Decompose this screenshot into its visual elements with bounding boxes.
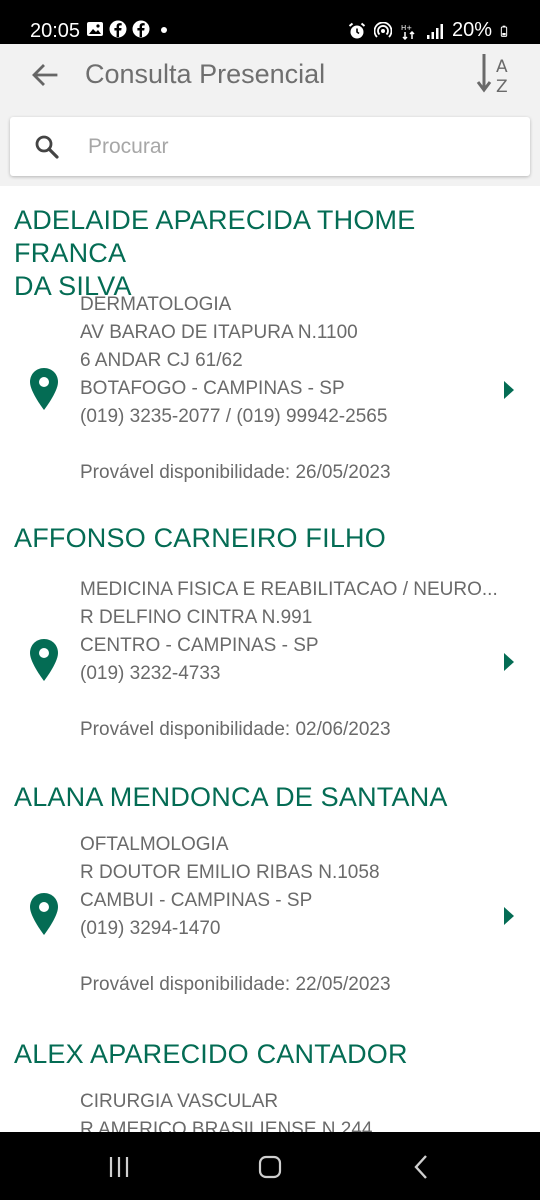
specialty: CIRURGIA VASCULAR xyxy=(80,1091,279,1112)
sort-letter-z: Z xyxy=(496,77,508,97)
doctor-name-line1: ADELAIDE APARECIDA THOME FRANCA xyxy=(14,205,416,268)
specialty: DERMATOLOGIA xyxy=(80,294,232,315)
recent-apps-icon[interactable] xyxy=(102,1150,136,1184)
back-icon[interactable] xyxy=(405,1150,439,1184)
city-line: CENTRO - CAMPINAS - SP xyxy=(80,635,319,656)
dot-icon xyxy=(161,27,167,33)
availability: Provável disponibilidade: 26/05/2023 xyxy=(80,462,391,483)
doctor-name: ALANA MENDONCA DE SANTANA xyxy=(14,782,448,812)
address-line: R DELFINO CINTRA N.991 xyxy=(80,607,313,628)
search-area xyxy=(0,106,540,186)
list-item[interactable]: ALEX APARECIDO CANTADOR CIRURGIA VASCULA… xyxy=(0,1032,540,1132)
location-pin-icon[interactable] xyxy=(28,638,60,682)
phone-line: (019) 3235-2077 / (019) 99942-2565 xyxy=(80,406,388,427)
address-line: AV BARAO DE ITAPURA N.1100 xyxy=(80,322,358,343)
status-right-icons: H+ 20% xyxy=(348,19,512,42)
phone-line: (019) 3294-1470 xyxy=(80,918,221,939)
doctor-name: ALEX APARECIDO CANTADOR xyxy=(14,1039,408,1069)
address-line: R AMERICO BRASILIENSE N.244 xyxy=(80,1119,373,1132)
data-icon: H+ xyxy=(401,24,415,40)
battery-percent: 20% xyxy=(451,19,492,41)
app-bar: Consulta Presencial A Z xyxy=(0,44,540,106)
signal-icon xyxy=(426,23,443,39)
hotspot-icon xyxy=(373,21,392,38)
status-left-icons xyxy=(86,20,173,38)
arrow-left-icon[interactable] xyxy=(28,58,62,92)
specialty: OFTALMOLOGIA xyxy=(80,834,229,855)
sort-alpha-icon[interactable]: A Z xyxy=(474,50,514,98)
status-bar: 20:05 H+ 20% xyxy=(0,0,540,44)
sort-letter-a: A xyxy=(496,57,508,77)
location-pin-icon[interactable] xyxy=(28,367,60,411)
status-time: 20:05 xyxy=(30,20,81,42)
facebook-icon xyxy=(132,20,150,38)
home-icon[interactable] xyxy=(253,1150,287,1184)
search-icon xyxy=(35,135,59,159)
search-box[interactable] xyxy=(10,117,530,176)
gallery-icon xyxy=(87,22,103,36)
nav-bar xyxy=(0,1132,540,1200)
alarm-icon xyxy=(348,22,366,38)
list-item[interactable]: ALANA MENDONCA DE SANTANA OFTALMOLOGIA R… xyxy=(0,776,540,1032)
city-line: BOTAFOGO - CAMPINAS - SP xyxy=(80,378,345,399)
facebook-icon xyxy=(109,20,127,38)
page-title: Consulta Presencial xyxy=(85,59,326,89)
doctor-list: ADELAIDE APARECIDA THOME FRANCA DA SILVA… xyxy=(0,186,540,1132)
list-item[interactable]: ADELAIDE APARECIDA THOME FRANCA DA SILVA… xyxy=(0,186,540,514)
availability: Provável disponibilidade: 02/06/2023 xyxy=(80,719,391,740)
city-line: CAMBUI - CAMPINAS - SP xyxy=(80,890,313,911)
specialty: MEDICINA FISICA E REABILITACAO / NEURO..… xyxy=(80,579,498,600)
chevron-right-icon[interactable] xyxy=(502,652,516,672)
chevron-right-icon[interactable] xyxy=(502,380,516,400)
search-input[interactable] xyxy=(88,129,508,165)
location-pin-icon[interactable] xyxy=(28,892,60,936)
doctor-name: AFFONSO CARNEIRO FILHO xyxy=(14,523,386,553)
chevron-right-icon[interactable] xyxy=(502,906,516,926)
phone-line: (019) 3232-4733 xyxy=(80,663,221,684)
address-line: 6 ANDAR CJ 61/62 xyxy=(80,350,243,371)
availability: Provável disponibilidade: 22/05/2023 xyxy=(80,974,391,995)
battery-icon xyxy=(500,25,508,37)
address-line: R DOUTOR EMILIO RIBAS N.1058 xyxy=(80,862,380,883)
doctor-name: ADELAIDE APARECIDA THOME FRANCA DA SILVA xyxy=(14,204,529,303)
list-item[interactable]: AFFONSO CARNEIRO FILHO MEDICINA FISICA E… xyxy=(0,514,540,776)
svg-text:H+: H+ xyxy=(401,24,412,32)
